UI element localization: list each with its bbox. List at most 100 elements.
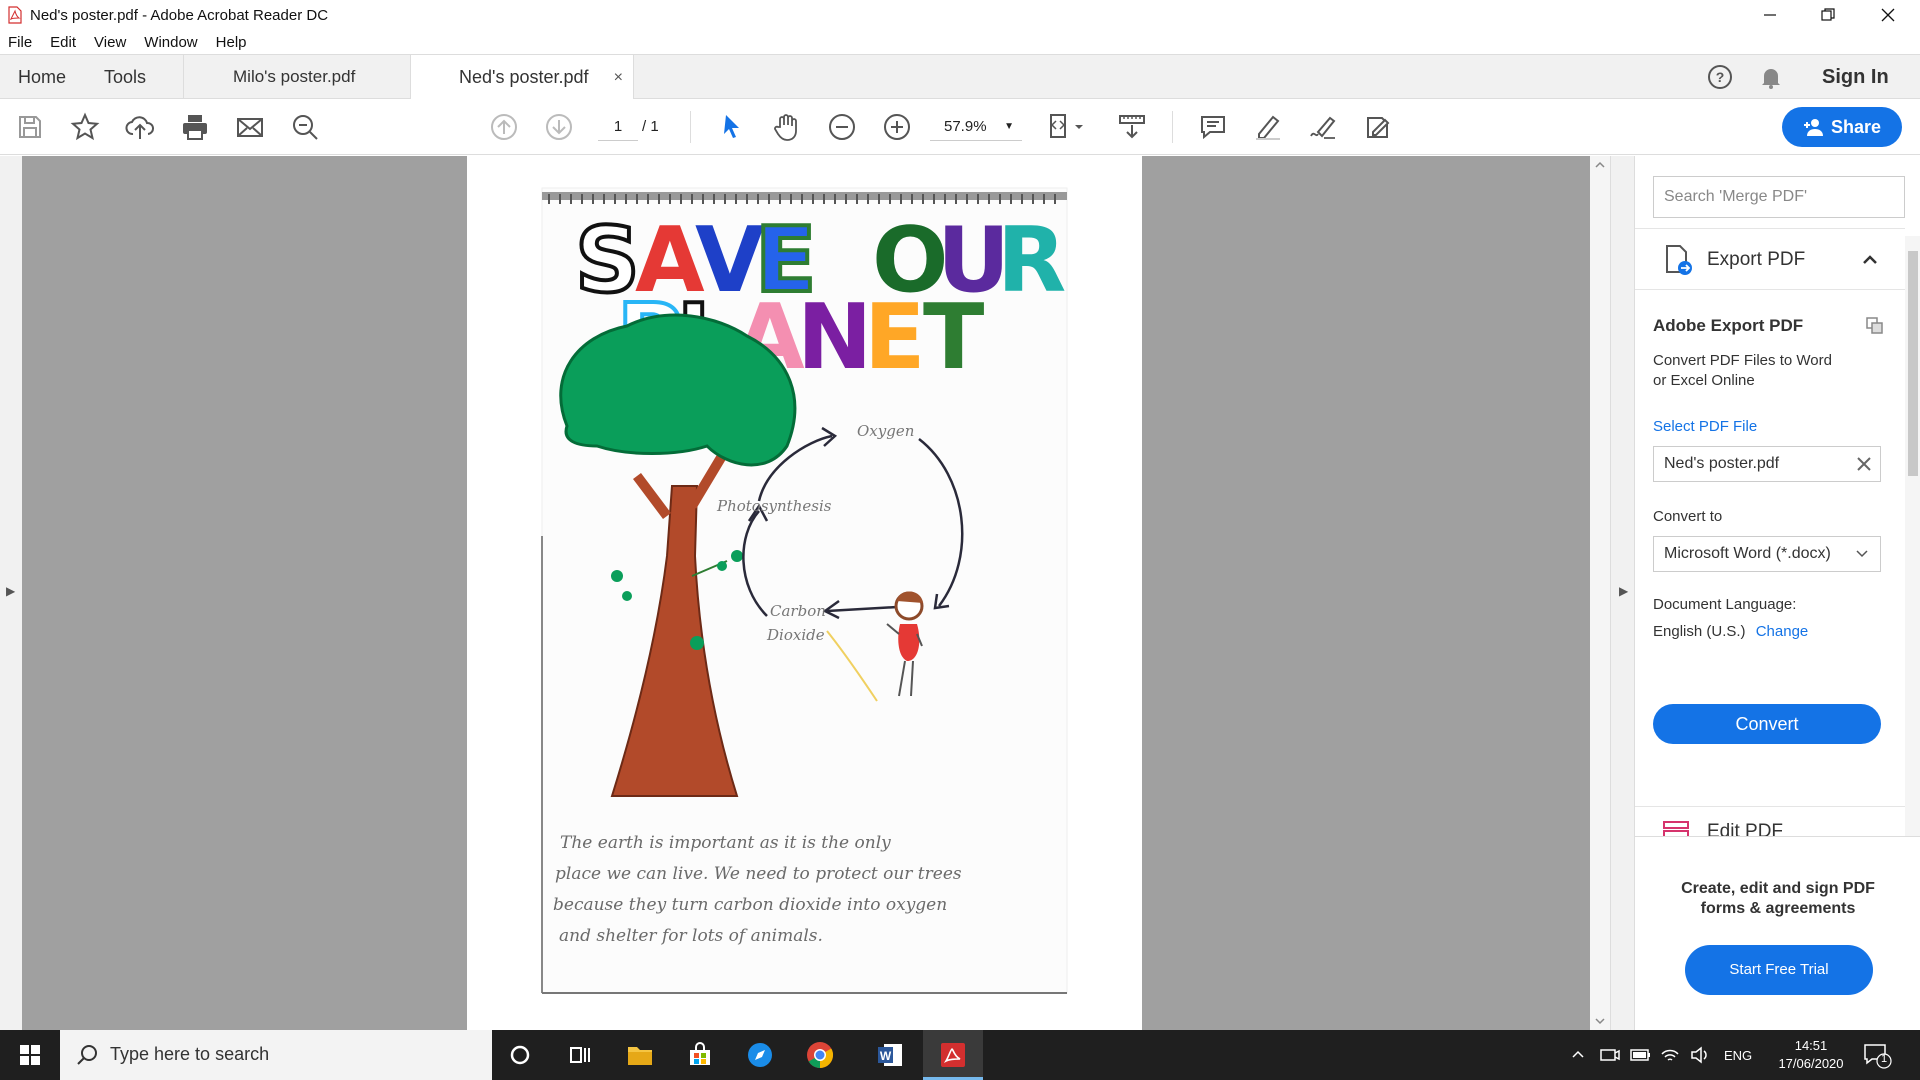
edit-pdf-header[interactable]: Edit PDF [1635,806,1905,836]
svg-text:N: N [797,285,872,390]
hand-tool-button[interactable] [771,111,803,143]
windows-taskbar: Type here to search W ENG 14:51 17/06/20… [0,1030,1920,1080]
taskbar-search-box[interactable]: Type here to search [60,1030,492,1080]
promo-title: Create, edit and sign PDF forms & agreem… [1635,879,1920,919]
star-icon [70,112,100,141]
arrow-up-circle-icon [491,114,517,140]
convert-button[interactable]: Convert [1653,704,1881,744]
tools-pane-scrollbar[interactable] [1905,236,1920,836]
envelope-icon [237,118,263,137]
show-hidden-icons-button[interactable] [1570,1030,1586,1080]
scroll-mode-button[interactable] [1116,111,1148,143]
export-pdf-icon [1666,245,1692,275]
close-window-button[interactable] [1860,0,1916,30]
tab-label: Milo's poster.pdf [233,67,356,86]
triangle-right-icon: ▶ [1619,584,1629,598]
save-button[interactable] [14,111,46,143]
hand-icon [774,114,797,141]
safari-button[interactable] [730,1030,790,1080]
svg-text:Dioxide: Dioxide [766,626,825,644]
document-viewport[interactable]: ▶ S A V E O U R P [0,156,1634,1030]
sign-button[interactable] [1307,111,1339,143]
tab-milos-poster[interactable]: Milo's poster.pdf [183,55,409,99]
compass-icon [748,1043,772,1067]
wifi-icon[interactable] [1660,1030,1680,1080]
tab-tools[interactable]: Tools [104,55,174,99]
right-panel-toggle[interactable]: ▶ [1610,156,1634,1030]
menu-view[interactable]: View [94,34,126,51]
comment-button[interactable] [1197,111,1229,143]
close-icon[interactable] [1856,456,1872,472]
page-display-button[interactable] [1046,111,1088,143]
acrobat-reader-button[interactable] [923,1030,983,1080]
tab-neds-poster[interactable]: Ned's poster.pdf × [410,55,634,100]
word-icon: W [878,1044,902,1066]
minimize-button[interactable] [1742,0,1798,30]
help-button[interactable]: ? [1706,55,1734,99]
notifications-button[interactable] [1758,55,1784,99]
change-language-link[interactable]: Change [1756,623,1809,640]
zoom-out-button[interactable] [826,111,858,143]
find-button[interactable] [289,111,321,143]
meet-now-icon[interactable] [1600,1030,1620,1080]
svg-text:The earth is important as it i: The earth is important as it is the only [560,833,891,853]
menu-edit[interactable]: Edit [50,34,76,51]
print-button[interactable] [179,111,211,143]
left-panel-toggle[interactable]: ▶ [0,156,22,1030]
wifi-icon [1661,1049,1679,1061]
triangle-right-icon: ▶ [6,584,16,598]
more-tools-button[interactable] [1362,111,1394,143]
convert-format-select[interactable]: Microsoft Word (*.docx) [1653,536,1881,572]
convert-to-label: Convert to [1653,508,1723,525]
start-button[interactable] [0,1030,60,1080]
document-scrollbar[interactable] [1590,156,1610,1030]
chrome-button[interactable] [790,1030,850,1080]
restore-button[interactable] [1800,0,1856,30]
start-free-trial-button[interactable]: Start Free Trial [1685,945,1873,995]
clock[interactable]: 14:51 17/06/2020 [1770,1030,1852,1080]
email-button[interactable] [234,111,266,143]
battery-icon[interactable] [1630,1030,1652,1080]
select-pdf-file-link[interactable]: Select PDF File [1653,418,1757,435]
next-page-button[interactable] [543,111,575,143]
scroll-mode-icon [1119,115,1145,139]
menu-help[interactable]: Help [216,34,247,51]
svg-text:Oxygen: Oxygen [857,422,914,440]
clock-date: 17/06/2020 [1778,1056,1844,1071]
tools-search-input[interactable]: Search 'Merge PDF' [1653,176,1905,218]
menu-window[interactable]: Window [144,34,197,51]
chevron-down-icon [1856,550,1868,558]
highlight-button[interactable] [1252,111,1284,143]
menu-bar: File Edit View Window Help [0,30,1920,54]
scroll-thumb[interactable] [1908,251,1918,476]
add-user-icon [1803,119,1823,136]
input-language[interactable]: ENG [1724,1030,1752,1080]
sign-in-link[interactable]: Sign In [1822,55,1889,99]
bookmark-button[interactable] [69,111,101,143]
export-pdf-header[interactable]: Export PDF [1635,228,1905,290]
task-view-button[interactable] [550,1030,610,1080]
document-language-label: Document Language: [1653,596,1797,613]
select-tool-button[interactable] [716,111,748,143]
export-description-line1: Convert PDF Files to Word [1653,352,1832,369]
zoom-in-button[interactable] [881,111,913,143]
upload-button[interactable] [124,111,156,143]
share-button[interactable]: Share [1782,107,1902,147]
store-button[interactable] [670,1030,730,1080]
page-number-input[interactable]: 1 [598,113,638,141]
cloud-upload-icon [125,116,154,139]
action-center-button[interactable]: 1 [1862,1030,1892,1080]
volume-icon[interactable] [1690,1030,1710,1080]
language-name: English (U.S.) [1653,623,1746,640]
tab-close-icon[interactable]: × [614,69,623,87]
copy-icon[interactable] [1865,316,1885,336]
file-explorer-button[interactable] [610,1030,670,1080]
arrow-down-circle-icon [546,114,572,140]
svg-text:E: E [864,285,925,390]
zoom-level-select[interactable]: 57.9% ▼ [930,113,1022,141]
previous-page-button[interactable] [488,111,520,143]
cortana-button[interactable] [490,1030,550,1080]
menu-file[interactable]: File [8,34,32,51]
tab-home[interactable]: Home [18,55,88,99]
word-button[interactable]: W [860,1030,920,1080]
